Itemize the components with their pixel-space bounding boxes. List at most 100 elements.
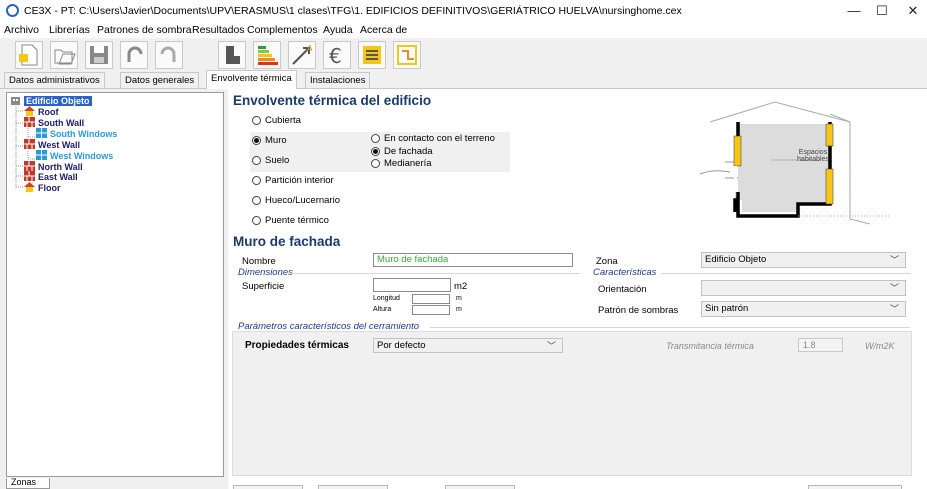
menu-acerca-de[interactable]: Acerca de xyxy=(360,24,407,36)
zona-value: Edificio Objeto xyxy=(705,254,767,265)
longitud-input[interactable] xyxy=(412,294,450,304)
transmitancia-value: 1.8 xyxy=(798,338,843,352)
improvement-measures-icon[interactable]: A xyxy=(288,41,316,69)
radio-label: Cubierta xyxy=(265,115,301,126)
orientacion-label: Orientación xyxy=(598,284,647,295)
wall-icon xyxy=(24,139,35,149)
tree-label: Floor xyxy=(38,183,61,193)
altura-input[interactable] xyxy=(412,305,450,315)
plan-icon[interactable] xyxy=(393,41,421,69)
wall-icon xyxy=(24,171,35,181)
propiedades-value: Por defecto xyxy=(377,340,426,351)
tree-item-south-wall[interactable]: South Wall xyxy=(24,117,84,128)
radio-circle xyxy=(371,134,380,143)
radio-circle xyxy=(252,116,261,125)
radio-circle xyxy=(252,156,261,165)
radio-medianeria[interactable]: Medianería xyxy=(371,158,432,169)
parametros-panel xyxy=(232,331,912,476)
longitud-label: Longitud xyxy=(373,295,400,302)
tree-item-east-wall[interactable]: East Wall xyxy=(24,171,78,182)
group-divider xyxy=(430,327,910,328)
radio-en-contacto-terreno[interactable]: En contacto con el terreno xyxy=(371,133,495,144)
radio-label: Muro xyxy=(265,135,287,146)
svg-text:€: € xyxy=(329,44,342,68)
chevron-down-icon: ﹀ xyxy=(546,341,556,351)
new-file-icon[interactable] xyxy=(15,41,43,69)
tree-label: West Windows xyxy=(50,151,114,161)
energy-rating-icon[interactable] xyxy=(253,41,281,69)
tree-item-edificio-objeto[interactable]: Edificio Objeto xyxy=(10,95,92,106)
open-folder-icon[interactable] xyxy=(50,41,78,69)
main-panel: Envolvente térmica del edificio Cubierta… xyxy=(228,89,927,489)
radio-particion-interior[interactable]: Partición interior xyxy=(252,175,334,186)
roof-icon xyxy=(24,182,35,192)
title-bar: CE3X - PT: C:\Users\Javier\Documents\UPV… xyxy=(0,0,927,22)
report-icon[interactable] xyxy=(358,41,386,69)
radio-puente-termico[interactable]: Puente térmico xyxy=(252,215,329,226)
chevron-down-icon: ﹀ xyxy=(889,283,899,293)
tree-item-roof[interactable]: Roof xyxy=(24,106,59,117)
tab-instalaciones[interactable]: Instalaciones xyxy=(305,72,371,89)
window-icon xyxy=(36,128,47,138)
patron-sombras-label: Patrón de sombras xyxy=(598,305,679,316)
zona-select[interactable]: Edificio Objeto ﹀ xyxy=(701,252,906,268)
radio-muro[interactable]: Muro xyxy=(252,135,287,146)
radio-label: Medianería xyxy=(384,158,432,169)
radio-circle xyxy=(371,147,380,156)
undo-icon[interactable] xyxy=(120,41,148,69)
tree-item-west-wall[interactable]: West Wall xyxy=(24,139,80,150)
tree-label: Edificio Objeto xyxy=(24,96,92,106)
radio-de-fachada[interactable]: De fachada xyxy=(371,146,433,157)
menu-librerias[interactable]: Librerías xyxy=(49,24,90,36)
window-icon xyxy=(36,150,47,160)
patron-sombras-select[interactable]: Sin patrón ﹀ xyxy=(701,301,906,317)
radio-label: Partición interior xyxy=(265,175,334,186)
tree-item-floor[interactable]: Floor xyxy=(24,182,61,193)
radio-circle xyxy=(252,216,261,225)
menu-bar: Archivo Librerías Patrones de sombra Res… xyxy=(0,22,927,38)
radio-label: Puente térmico xyxy=(265,215,329,226)
radio-label: Suelo xyxy=(265,155,290,166)
toolbar: A € xyxy=(0,38,927,72)
bottom-button[interactable] xyxy=(318,485,388,489)
radio-label: En contacto con el terreno xyxy=(384,133,495,144)
superficie-unit: m2 xyxy=(454,281,468,292)
radio-label: Hueco/Lucernario xyxy=(265,195,340,206)
bottom-button[interactable] xyxy=(233,485,303,489)
menu-patrones-de-sombra[interactable]: Patrones de sombra xyxy=(97,24,192,36)
bottom-button[interactable] xyxy=(808,485,902,489)
radio-hueco-lucernario[interactable]: Hueco/Lucernario xyxy=(252,195,340,206)
nombre-input[interactable]: Muro de fachada xyxy=(373,253,573,267)
radio-label: De fachada xyxy=(384,146,433,157)
radio-suelo[interactable]: Suelo xyxy=(252,155,289,166)
orientacion-select[interactable]: ﹀ xyxy=(701,280,906,296)
redo-icon[interactable] xyxy=(155,41,183,69)
bottom-button[interactable] xyxy=(445,485,515,489)
tab-zonas[interactable]: Zonas xyxy=(6,478,50,489)
superficie-input[interactable] xyxy=(373,278,451,292)
dimensiones-label: Dimensiones xyxy=(238,267,293,278)
tree-item-west-windows[interactable]: West Windows xyxy=(36,150,113,161)
zona-label: Zona xyxy=(596,256,618,267)
tree-item-south-windows[interactable]: South Windows xyxy=(36,128,117,139)
menu-ayuda[interactable]: Ayuda xyxy=(323,24,353,36)
tab-datos-administrativos[interactable]: Datos administrativos xyxy=(4,72,105,89)
save-icon[interactable] xyxy=(85,41,113,69)
tab-envolvente-termica[interactable]: Envolvente térmica xyxy=(206,70,297,89)
menu-complementos[interactable]: Complementos xyxy=(247,24,318,36)
envelope-title: Envolvente térmica del edificio xyxy=(233,93,432,108)
tree-label: West Wall xyxy=(38,140,81,150)
tab-datos-generales[interactable]: Datos generales xyxy=(120,72,200,89)
form-title: Muro de fachada xyxy=(233,234,341,249)
euro-icon[interactable]: € xyxy=(323,41,351,69)
menu-resultados[interactable]: Resultados xyxy=(192,24,245,36)
menu-archivo[interactable]: Archivo xyxy=(4,24,39,36)
tree-label: South Windows xyxy=(50,129,118,139)
radio-circle xyxy=(252,136,261,145)
import-icon[interactable] xyxy=(218,41,246,69)
altura-unit: m xyxy=(456,306,462,313)
radio-cubierta[interactable]: Cubierta xyxy=(252,115,301,126)
superficie-label: Superficie xyxy=(242,281,285,292)
close-button[interactable]: ✕ xyxy=(893,0,927,22)
propiedades-termicas-select[interactable]: Por defecto ﹀ xyxy=(373,338,563,353)
